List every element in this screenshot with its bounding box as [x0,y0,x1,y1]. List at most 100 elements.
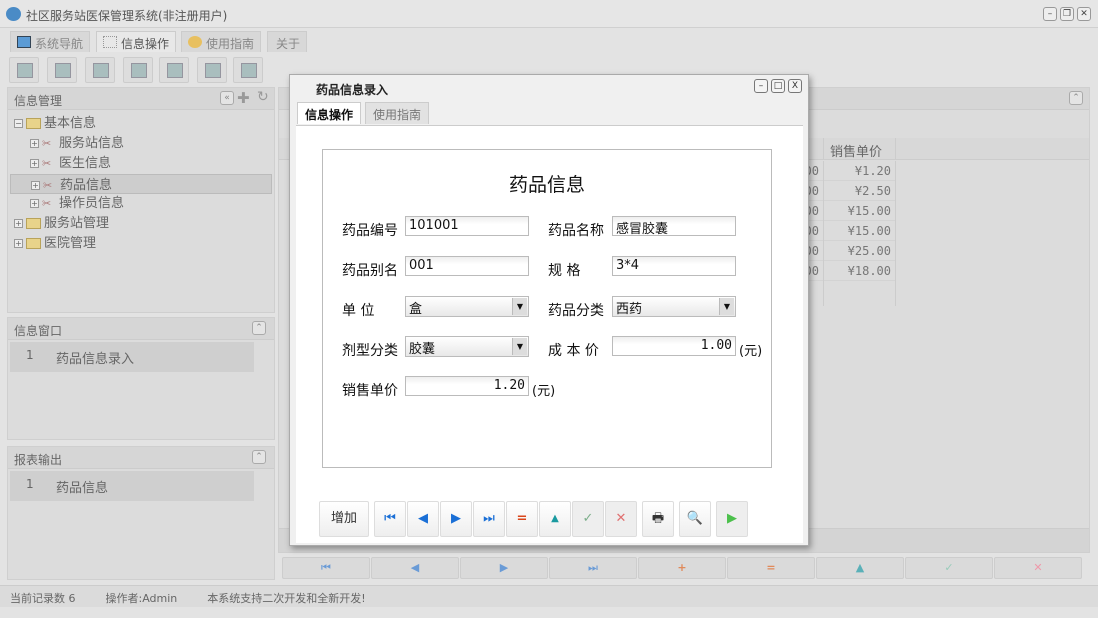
delete-record-button[interactable]: = [727,557,815,579]
add-button[interactable]: 增加 [319,501,369,537]
grid-cell[interactable]: ¥15.00 [824,221,895,241]
last-record-button[interactable]: ⏭ [549,557,637,579]
folder-icon [26,118,41,129]
add-record-button[interactable]: + [638,557,726,579]
dialog-close-icon[interactable]: X [788,79,802,93]
print-button[interactable]: 🖶 [642,501,674,537]
name-input[interactable]: 感冒胶囊 [612,216,736,236]
dialog-tab-info-ops[interactable]: 信息操作 [297,102,361,124]
document-tool-button[interactable] [85,57,115,83]
play-icon: ▶ [727,511,737,526]
column-header-price[interactable]: 销售单价 [823,138,896,160]
code-input[interactable]: 101001 [405,216,529,236]
spec-input[interactable]: 3*4 [612,256,736,276]
collapse-left-icon[interactable]: « [220,91,234,105]
category-select[interactable]: 西药▼ [612,296,736,317]
tree-label: 医院管理 [44,236,96,251]
tree-node-station[interactable]: +✂服务站信息 [10,134,272,154]
dialog-tab-guide[interactable]: 使用指南 [365,102,429,124]
tab-guide[interactable]: 使用指南 [181,31,261,52]
screen-icon [167,63,183,78]
tree: −基本信息 +✂服务站信息 +✂医生信息 +✂药品信息 +✂操作员信息 +服务站… [8,110,274,258]
dosage-label: 剂型分类 [342,340,398,360]
last-button[interactable]: ⏭ [473,501,505,537]
search-tool-button[interactable] [9,57,39,83]
prev-button[interactable]: ◀ [407,501,439,537]
tree-node-basic[interactable]: −基本信息 [10,114,272,134]
dialog-title: 药品信息录入 [316,81,388,98]
tab-label: 系统导航 [35,37,83,51]
search-icon [17,63,33,78]
tree-panel: 信息管理 « ✚ ↻ −基本信息 +✂服务站信息 +✂医生信息 +✂药品信息 +… [7,87,275,313]
tree-label: 药品信息 [60,178,112,193]
edit-button[interactable]: ▲ [539,501,571,537]
save-record-button[interactable]: ✓ [905,557,993,579]
minimize-icon[interactable]: – [1043,7,1057,21]
dialog-minimize-icon[interactable]: – [754,79,768,93]
add-icon[interactable]: ✚ [237,89,250,107]
first-button[interactable]: ⏮ [374,501,406,537]
prev-record-button[interactable]: ◀ [371,557,459,579]
next-button[interactable]: ▶ [440,501,472,537]
tree-node-drug[interactable]: +✂药品信息 [10,174,272,194]
title-bar: 社区服务站医保管理系统(非注册用户) – ❐ ✕ [0,0,1098,28]
unit-select[interactable]: 盒▼ [405,296,529,317]
collapse-icon[interactable]: ⌃ [252,321,266,335]
exit-tool-button[interactable] [233,57,263,83]
dosage-select[interactable]: 胶囊 ▼ [405,336,529,357]
tab-system-nav[interactable]: 系统导航 [10,31,90,52]
window-add-icon [205,63,221,78]
dosage-value: 胶囊 [409,342,435,357]
first-record-button[interactable]: ⏮ [282,557,370,579]
panel-title: 报表输出 [14,453,62,467]
dialog-maximize-icon[interactable]: □ [771,79,785,93]
printer-icon: 🖶 [652,511,664,526]
collapse-icon[interactable]: ⌃ [252,450,266,464]
tree-node-operator[interactable]: +✂操作员信息 [10,194,272,214]
grid-cell[interactable]: ¥25.00 [824,241,895,261]
tree-node-doctor[interactable]: +✂医生信息 [10,154,272,174]
tab-label: 信息操作 [121,37,169,51]
cost-input[interactable]: 1.00 [612,336,736,356]
cost-label: 成 本 价 [548,340,599,360]
next-record-button[interactable]: ▶ [460,557,548,579]
tab-label: 使用指南 [206,37,254,51]
run-button[interactable]: ▶ [716,501,748,537]
grid-cell[interactable]: ¥18.00 [824,261,895,281]
alias-input[interactable]: 001 [405,256,529,276]
chevron-down-icon: ▼ [512,298,527,315]
window-add-tool-button[interactable] [197,57,227,83]
unit-label: 单 位 [342,300,374,320]
list-tool-button[interactable] [47,57,77,83]
tools-icon: ✂ [42,154,56,174]
preview-button[interactable]: 🔍 [679,501,711,537]
edit-record-button[interactable]: ▲ [816,557,904,579]
list-item[interactable]: 1药品信息录入 [10,342,254,372]
price-input[interactable]: 1.20 [405,376,529,396]
dialog-body: 药品信息 药品编号 101001 药品名称 感冒胶囊 药品别名 001 规 格 … [296,125,803,543]
restore-icon[interactable]: ❐ [1060,7,1074,21]
chevron-down-icon: ▼ [512,338,527,355]
tab-about[interactable]: 关于 [267,31,307,52]
tree-label: 基本信息 [44,116,96,131]
grid-cell[interactable]: ¥2.50 [824,181,895,201]
tab-info-ops[interactable]: 信息操作 [96,31,176,52]
grid-cell[interactable]: ¥15.00 [824,201,895,221]
save-button[interactable]: ✓ [572,501,604,537]
screen-tool-button[interactable] [159,57,189,83]
list-item[interactable]: 1药品信息 [10,471,254,501]
user-tool-button[interactable] [123,57,153,83]
cancel-record-button[interactable]: ✕ [994,557,1082,579]
collapse-icon[interactable]: ⌃ [1069,91,1083,105]
operator: 操作者:Admin [106,592,178,605]
window-title: 社区服务站医保管理系统(非注册用户) [26,7,227,24]
close-icon[interactable]: ✕ [1077,7,1091,21]
price-label: 销售单价 [342,380,398,400]
delete-button[interactable]: = [506,501,538,537]
refresh-icon[interactable]: ↻ [257,89,269,105]
tree-label: 医生信息 [59,156,111,171]
tree-node-hospital[interactable]: +医院管理 [10,234,272,254]
tree-node-station-mgmt[interactable]: +服务站管理 [10,214,272,234]
grid-cell[interactable]: ¥1.20 [824,161,895,181]
cancel-button[interactable]: ✕ [605,501,637,537]
